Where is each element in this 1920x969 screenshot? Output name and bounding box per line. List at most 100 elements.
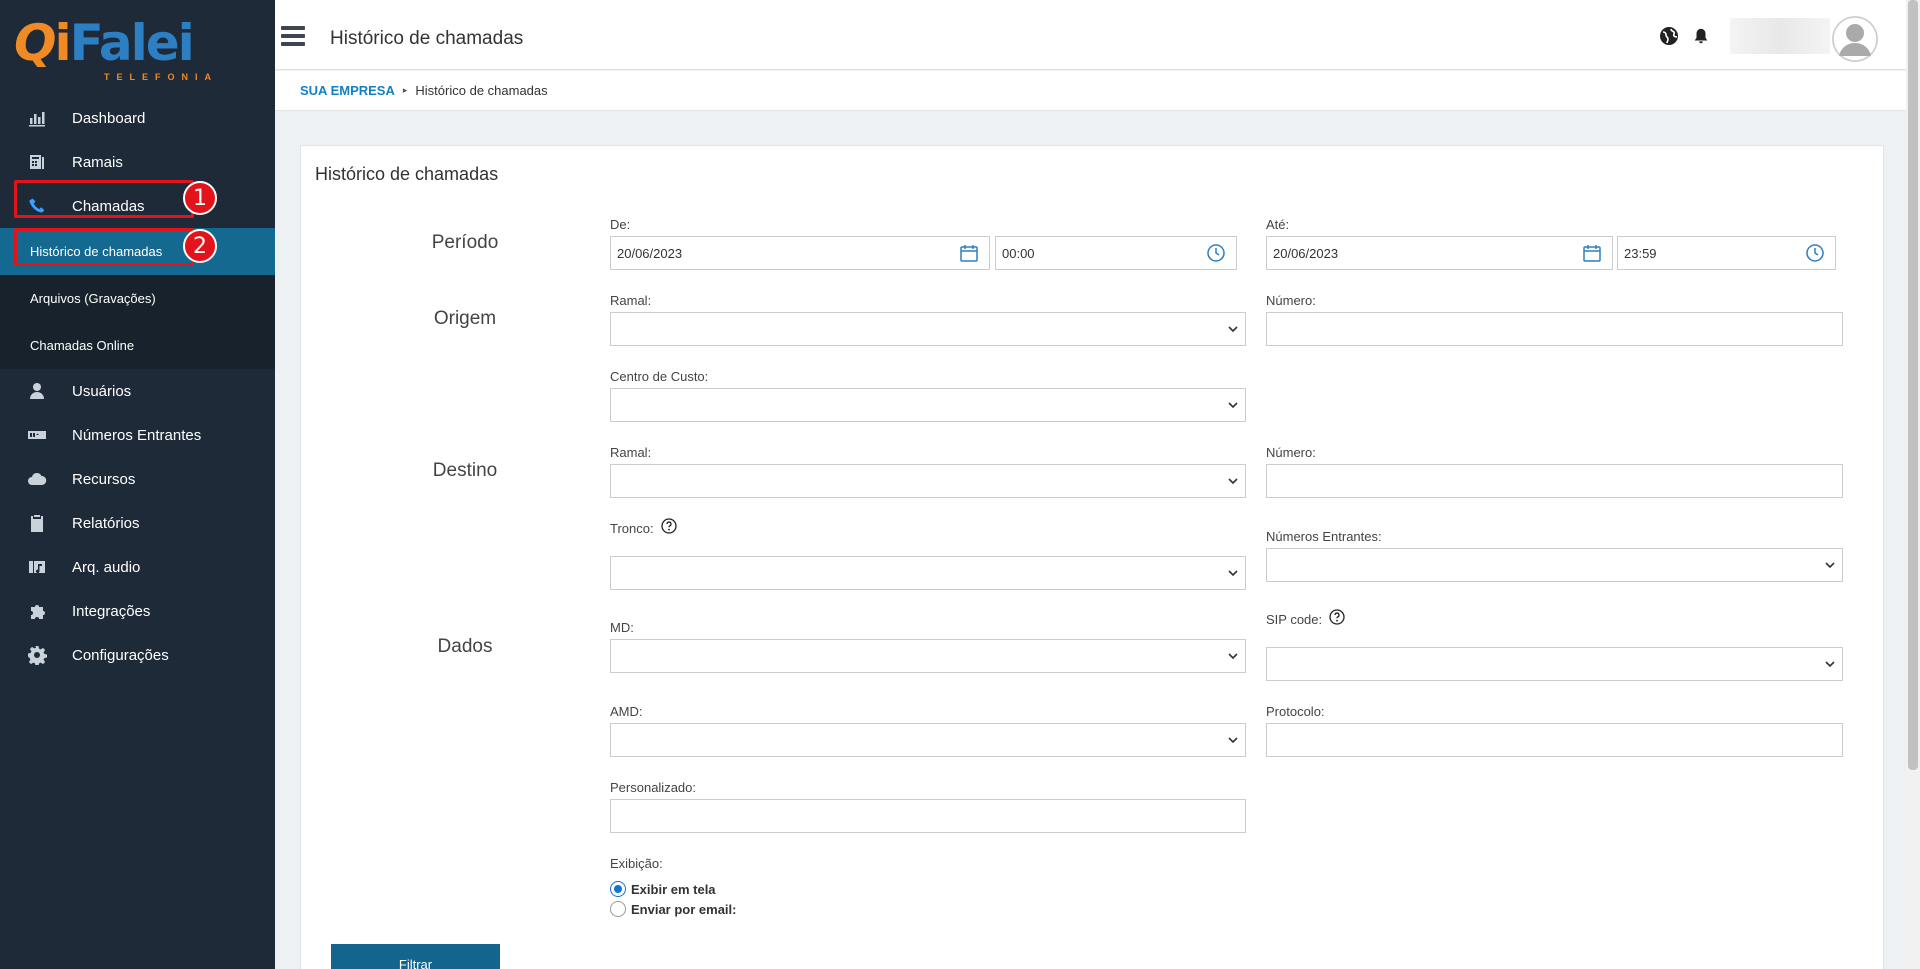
submenu-item-online[interactable]: Chamadas Online [0, 322, 275, 369]
page-scrollbar[interactable] [1906, 0, 1920, 969]
destino-numero-label: Número: [1266, 445, 1316, 460]
breadcrumb: SUA EMPRESA ▸ Histórico de chamadas [275, 71, 1906, 111]
sidebar-item-label: Números Entrantes [72, 426, 202, 444]
exibicao-label: Exibição: [610, 856, 663, 871]
submenu-item-arquivos[interactable]: Arquivos (Gravações) [0, 275, 275, 322]
sidebar-item-relatorios[interactable]: Relatórios [0, 501, 275, 545]
dashboard-chart-icon [26, 107, 48, 129]
radio-enviar-por-email[interactable]: Enviar por email: [610, 901, 736, 917]
md-label: MD: [610, 620, 634, 635]
radio-button[interactable] [610, 881, 626, 897]
submenu-item-label: Arquivos (Gravações) [30, 291, 156, 306]
de-date-input[interactable]: 20/06/2023 [610, 236, 990, 270]
logo-wordmark: QiFalei [14, 14, 195, 72]
breadcrumb-root-link[interactable]: SUA EMPRESA [300, 83, 395, 98]
globe-icon[interactable] [1658, 25, 1680, 47]
sidebar-item-integracoes[interactable]: Integrações [0, 589, 275, 633]
top-icons [1658, 18, 1830, 54]
logo-subtitle: TELEFONIA [104, 72, 218, 82]
section-label-destino: Destino [432, 460, 498, 481]
chevron-down-icon [1228, 570, 1238, 577]
annotation-box-chamadas [14, 180, 194, 218]
user-icon [26, 380, 48, 402]
radio-button[interactable] [610, 901, 626, 917]
origem-ramal-select[interactable] [610, 312, 1246, 346]
sidebar-item-label: Configurações [72, 646, 169, 664]
logo[interactable]: QiFalei TELEFONIA [0, 0, 275, 96]
centro-custo-label: Centro de Custo: [610, 369, 709, 384]
top-bar: Histórico de chamadas [275, 0, 1920, 70]
user-avatar[interactable] [1832, 16, 1878, 62]
chevron-down-icon [1228, 737, 1238, 744]
ate-time-value: 23:59 [1624, 245, 1657, 261]
sidebar-item-configuracoes[interactable]: Configurações [0, 633, 275, 677]
clock-icon[interactable] [1805, 243, 1825, 263]
radio-exibir-em-tela[interactable]: Exibir em tela [610, 881, 716, 897]
card-title: Histórico de chamadas [315, 164, 499, 184]
extensions-icon [26, 151, 48, 173]
destino-numero-input[interactable] [1266, 464, 1843, 498]
breadcrumb-separator-icon: ▸ [402, 85, 408, 95]
sidebar-item-arq-audio[interactable]: Arq. audio [0, 545, 275, 589]
calendar-icon[interactable] [959, 243, 979, 263]
cloud-icon [26, 468, 48, 490]
sidebar-item-numeros-entrantes[interactable]: Números Entrantes [0, 413, 275, 457]
sidebar-item-label: Usuários [72, 382, 132, 400]
centro-custo-select[interactable] [610, 388, 1246, 422]
protocolo-input[interactable] [1266, 723, 1843, 757]
origem-ramal-label: Ramal: [610, 293, 652, 308]
origem-numero-label: Número: [1266, 293, 1316, 308]
gear-icon [26, 644, 48, 666]
sidebar-item-ramais[interactable]: Ramais [0, 140, 275, 184]
destino-ramal-label: Ramal: [610, 445, 652, 460]
chevron-down-icon [1825, 562, 1835, 569]
hamburger-menu-icon[interactable] [281, 26, 305, 46]
destino-ramal-select[interactable] [610, 464, 1246, 498]
personalizado-label: Personalizado: [610, 780, 696, 795]
calendar-icon[interactable] [1582, 243, 1602, 263]
de-label: De: [610, 217, 631, 232]
section-label-periodo: Período [431, 232, 499, 253]
personalizado-input[interactable] [610, 799, 1246, 833]
section-label-origem: Origem [433, 308, 497, 329]
ate-date-input[interactable]: 20/06/2023 [1266, 236, 1613, 270]
chevron-down-icon [1228, 402, 1238, 409]
section-label-dados: Dados [437, 636, 493, 657]
sidebar-item-recursos[interactable]: Recursos [0, 457, 275, 501]
filter-card: Histórico de chamadas Período Origem Des… [300, 145, 1884, 969]
radio-label: Enviar por email: [631, 901, 737, 917]
protocolo-label: Protocolo: [1266, 704, 1325, 719]
de-time-input[interactable]: 00:00 [995, 236, 1237, 270]
help-icon[interactable] [661, 518, 677, 534]
sip-code-select[interactable] [1266, 647, 1843, 681]
annotation-number-2: 2 [183, 229, 217, 263]
sidebar-item-usuarios[interactable]: Usuários [0, 369, 275, 413]
chevron-down-icon [1825, 661, 1835, 668]
page-title: Histórico de chamadas [330, 28, 524, 49]
user-name-redacted[interactable] [1730, 18, 1830, 54]
numeros-entrantes-select[interactable] [1266, 548, 1843, 582]
ate-time-input[interactable]: 23:59 [1617, 236, 1836, 270]
de-time-value: 00:00 [1002, 245, 1035, 261]
md-select[interactable] [610, 639, 1246, 673]
tronco-label: Tronco: [610, 521, 654, 536]
clock-icon[interactable] [1206, 243, 1226, 263]
amd-select[interactable] [610, 723, 1246, 757]
origem-numero-input[interactable] [1266, 312, 1843, 346]
numeros-entrantes-label: Números Entrantes: [1266, 529, 1382, 544]
clipboard-icon [26, 512, 48, 534]
sip-code-label: SIP code: [1266, 612, 1323, 627]
submenu-item-label: Chamadas Online [30, 338, 135, 353]
sidebar-item-dashboard[interactable]: Dashboard [0, 96, 275, 140]
chevron-down-icon [1228, 653, 1238, 660]
scrollbar-thumb[interactable] [1908, 0, 1918, 770]
chevron-down-icon [1228, 326, 1238, 333]
ate-date-value: 20/06/2023 [1273, 245, 1339, 261]
help-icon[interactable] [1329, 609, 1345, 625]
sidebar: QiFalei TELEFONIA Dashboard Ramais Chama… [0, 0, 275, 969]
bell-icon[interactable] [1690, 25, 1712, 47]
sidebar-item-label: Relatórios [72, 514, 140, 532]
filter-button[interactable]: Filtrar [331, 944, 500, 969]
chevron-down-icon [1228, 478, 1238, 485]
tronco-select[interactable] [610, 556, 1246, 590]
